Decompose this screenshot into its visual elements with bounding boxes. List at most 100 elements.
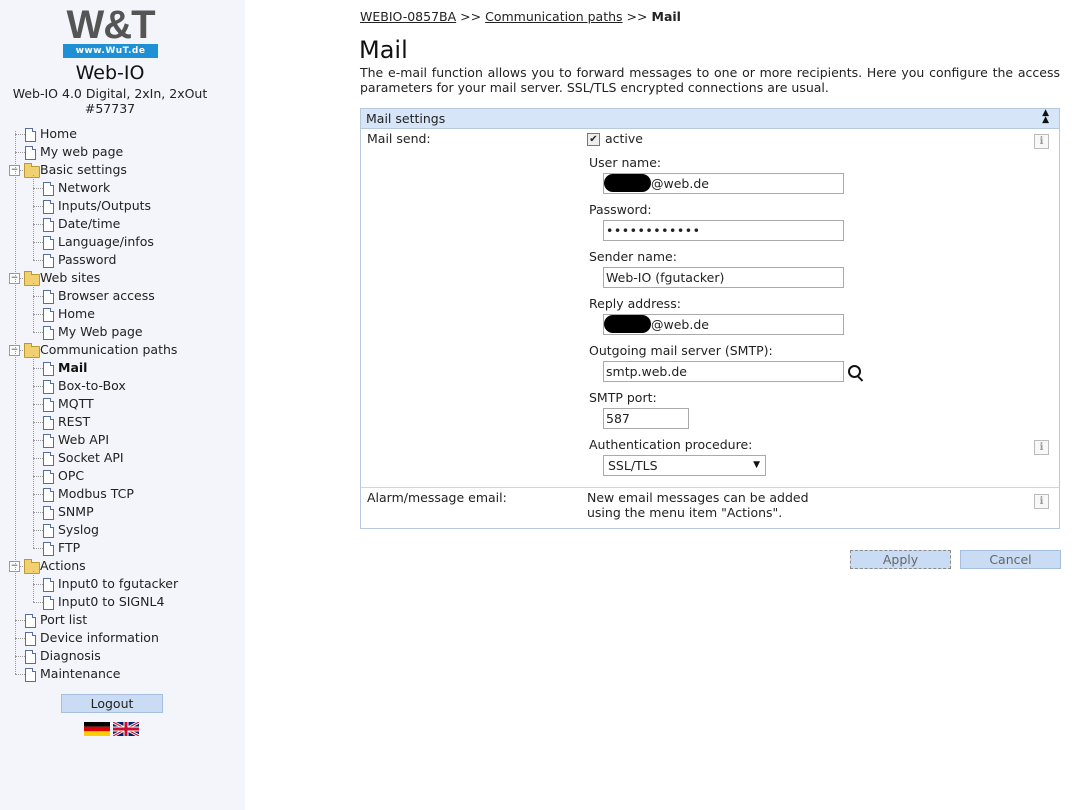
wut-logo: W&T www.WuT.de (63, 5, 158, 58)
document-icon (43, 542, 54, 556)
nav-item-browser-access[interactable]: Browser access (0, 287, 240, 305)
german-flag-icon[interactable] (84, 722, 110, 736)
active-checkbox[interactable]: ✔ (587, 133, 600, 146)
nav-item-diagnosis[interactable]: Diagnosis (0, 647, 240, 665)
smtp-port-label: SMTP port: (589, 390, 657, 405)
sender-name-label: Sender name: (589, 249, 677, 264)
nav-item-basic-settings[interactable]: − Basic settings (0, 161, 240, 179)
nav-item-socket-api[interactable]: Socket API (0, 449, 240, 467)
nav-item-box-to-box[interactable]: Box-to-Box (0, 377, 240, 395)
sidebar: W&T www.WuT.de Web-IO Web-IO 4.0 Digital… (0, 0, 245, 810)
nav-item-web-sites[interactable]: − Web sites (0, 269, 240, 287)
product-name: Web-IO (75, 62, 145, 84)
tree-connector (15, 638, 25, 639)
document-icon (25, 146, 36, 160)
nav-item-modbus-tcp[interactable]: Modbus TCP (0, 485, 240, 503)
username-field[interactable]: @web.de (603, 173, 844, 194)
document-icon (43, 236, 54, 250)
nav-item-home[interactable]: Home (0, 305, 240, 323)
logo-url: www.WuT.de (63, 44, 158, 58)
document-icon (25, 650, 36, 664)
nav-item-maintenance[interactable]: Maintenance (0, 665, 240, 683)
tree-connector (33, 260, 43, 261)
document-icon (43, 434, 54, 448)
nav-item-opc[interactable]: OPC (0, 467, 240, 485)
password-label: Password: (589, 202, 652, 217)
logout-button[interactable]: Logout (61, 694, 163, 713)
nav-item-language-infos[interactable]: Language/infos (0, 233, 240, 251)
document-icon (25, 128, 36, 142)
nav-item-password[interactable]: Password (0, 251, 240, 269)
mail-settings-header[interactable]: Mail settings ▲ ▲ (361, 109, 1059, 129)
nav-item-rest[interactable]: REST (0, 413, 240, 431)
document-icon (43, 524, 54, 538)
nav-item-label: Mail (58, 360, 88, 375)
nav-item-input0-to-fgutacker[interactable]: Input0 to fgutacker (0, 575, 240, 593)
nav-item-web-api[interactable]: Web API (0, 431, 240, 449)
info-icon[interactable]: i (1034, 440, 1049, 455)
smtp-port-field[interactable]: 587 (603, 408, 689, 429)
nav-item-mail[interactable]: Mail (0, 359, 240, 377)
nav-item-mqtt[interactable]: MQTT (0, 395, 240, 413)
nav-item-inputs-outputs[interactable]: Inputs/Outputs (0, 197, 240, 215)
breadcrumb-device[interactable]: WEBIO-0857BA (360, 9, 456, 24)
username-value: @web.de (651, 176, 709, 191)
document-icon (43, 452, 54, 466)
nav-item-device-information[interactable]: Device information (0, 629, 240, 647)
auth-procedure-select[interactable]: SSL/TLS ▼ (603, 455, 766, 476)
password-field[interactable]: •••••••••••• (603, 220, 844, 241)
nav-item-ftp[interactable]: FTP (0, 539, 240, 557)
nav-item-label: Device information (40, 630, 159, 645)
info-icon[interactable]: i (1034, 494, 1049, 509)
nav-item-label: SNMP (58, 504, 94, 519)
alarm-note-line2: using the menu item "Actions". (587, 505, 783, 520)
info-icon[interactable]: i (1034, 134, 1049, 149)
tree-connector (33, 476, 43, 477)
document-icon (43, 416, 54, 430)
chevron-down-icon: ▼ (753, 460, 760, 470)
nav-item-snmp[interactable]: SNMP (0, 503, 240, 521)
product-number: #57737 (84, 101, 136, 116)
apply-button[interactable]: Apply (850, 550, 951, 569)
document-icon (43, 362, 54, 376)
cancel-button[interactable]: Cancel (960, 550, 1061, 569)
nav-item-date-time[interactable]: Date/time (0, 215, 240, 233)
tree-connector (33, 458, 43, 459)
breadcrumb-communication-paths[interactable]: Communication paths (485, 9, 622, 24)
nav-item-label: Date/time (58, 216, 121, 231)
nav-item-home[interactable]: Home (0, 125, 240, 143)
tree-branch (33, 175, 34, 260)
document-icon (43, 398, 54, 412)
nav-item-communication-paths[interactable]: − Communication paths (0, 341, 240, 359)
nav-item-label: My web page (40, 144, 124, 159)
nav-item-port-list[interactable]: Port list (0, 611, 240, 629)
breadcrumb-separator: >> (626, 9, 648, 24)
alarm-note-line1: New email messages can be added (587, 490, 809, 505)
reply-address-label: Reply address: (589, 296, 681, 311)
nav-item-my-web-page[interactable]: My web page (0, 143, 240, 161)
product-model: Web-IO 4.0 Digital, 2xIn, 2xOut (12, 86, 208, 101)
search-icon[interactable] (848, 365, 861, 378)
tree-connector (15, 620, 25, 621)
nav-item-label: FTP (58, 540, 81, 555)
collapse-icon[interactable]: ▲ ▲ (1042, 109, 1049, 125)
nav-item-actions[interactable]: − Actions (0, 557, 240, 575)
nav-item-my-web-page[interactable]: My Web page (0, 323, 240, 341)
nav-item-syslog[interactable]: Syslog (0, 521, 240, 539)
document-icon (25, 668, 36, 682)
nav-item-network[interactable]: Network (0, 179, 240, 197)
uk-flag-icon[interactable] (113, 722, 139, 736)
reply-address-field[interactable]: @web.de (603, 314, 844, 335)
alarm-email-note: New email messages can be added using th… (587, 490, 809, 520)
document-icon (43, 506, 54, 520)
sender-name-field[interactable]: Web-IO (fgutacker) (603, 267, 844, 288)
tree-connector (15, 656, 25, 657)
smtp-server-field[interactable]: smtp.web.de (603, 361, 844, 382)
nav-item-input0-to-signl4[interactable]: Input0 to SIGNL4 (0, 593, 240, 611)
page-intro: The e-mail function allows you to forwar… (360, 65, 1060, 95)
nav-item-label: Socket API (58, 450, 124, 465)
nav-item-label: Home (40, 126, 77, 141)
nav-item-label: Network (58, 180, 111, 195)
mail-settings-title: Mail settings (366, 111, 446, 126)
nav-item-label: Input0 to SIGNL4 (58, 594, 165, 609)
